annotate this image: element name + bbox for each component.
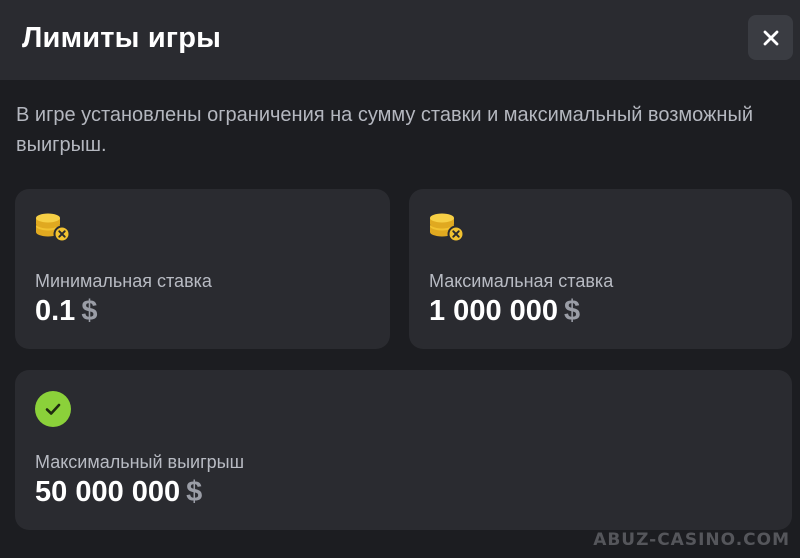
coin-stack-cross-icon — [430, 213, 465, 243]
check-circle-icon — [35, 391, 71, 427]
min-bet-value: 0.1 $ — [35, 293, 97, 329]
max-bet-amount: 1 000 000 — [429, 295, 559, 327]
modal-header: Лимиты игры — [0, 0, 800, 80]
max-bet-card: Максимальная ставка 1 000 000 $ — [409, 189, 792, 349]
modal-title: Лимиты игры — [22, 22, 222, 54]
close-button[interactable] — [748, 15, 793, 60]
max-win-amount: 50 000 000 — [35, 476, 181, 508]
max-win-currency: $ — [186, 476, 203, 508]
max-win-card: Максимальный выигрыш 50 000 000 $ — [15, 370, 792, 530]
modal-description: В игре установлены ограничения на сумму … — [16, 104, 754, 156]
coin-stack-cross-icon — [36, 213, 71, 243]
close-icon — [763, 30, 778, 45]
min-bet-card: Минимальная ставка 0.1 $ — [15, 189, 390, 349]
min-bet-currency: $ — [81, 295, 98, 327]
max-win-label: Максимальный выигрыш — [35, 452, 245, 472]
max-bet-currency: $ — [564, 295, 581, 327]
max-win-value: 50 000 000 $ — [35, 474, 202, 510]
min-bet-amount: 0.1 — [35, 295, 76, 327]
watermark: ABUZ-CASINO.COM — [593, 530, 790, 550]
min-bet-label: Минимальная ставка — [35, 271, 212, 291]
max-bet-value: 1 000 000 $ — [429, 293, 580, 329]
max-bet-label: Максимальная ставка — [429, 271, 614, 291]
